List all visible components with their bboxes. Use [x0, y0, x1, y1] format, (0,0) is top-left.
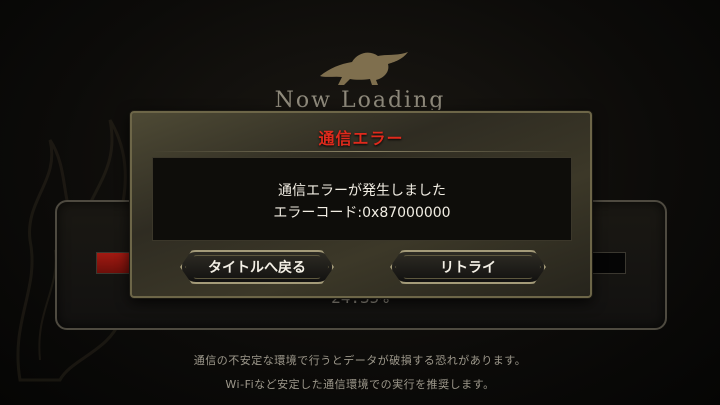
dialog-divider [152, 151, 570, 152]
error-message: 通信エラーが発生しました [278, 183, 446, 199]
retry-button[interactable]: リトライ [390, 250, 546, 284]
notice-line-2: Wi-Fiなど安定した通信環境での実行を推奨します。 [225, 378, 495, 391]
error-message-box: 通信エラーが発生しました エラーコード:0x87000000 [152, 157, 572, 241]
now-loading-title: Now Loading [274, 88, 446, 113]
running-wolf-logo-icon [320, 52, 408, 85]
back-to-title-button[interactable]: タイトルへ戻る [180, 250, 334, 284]
retry-label: リトライ [440, 260, 496, 276]
error-dialog: 通信エラー 通信エラーが発生しました エラーコード:0x87000000 タイト… [130, 111, 592, 298]
error-code: エラーコード:0x87000000 [273, 205, 451, 221]
back-to-title-label: タイトルへ戻る [208, 260, 306, 276]
notice-line-1: 通信の不安定な環境で行うとデータが破損する恐れがあります。 [193, 354, 527, 367]
dialog-title: 通信エラー [318, 129, 404, 148]
